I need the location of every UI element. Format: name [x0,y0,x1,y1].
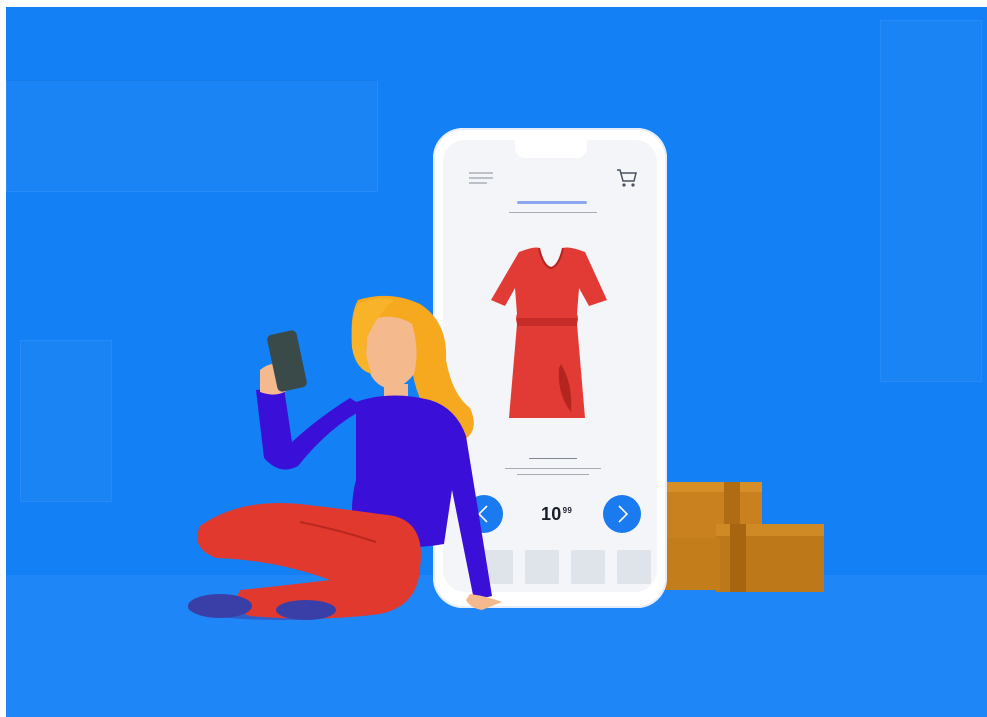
phone-notch [515,140,587,158]
product-subtitle-line [509,212,597,213]
product-price: 1099 [541,504,597,524]
chevron-right-icon [618,505,629,523]
cardboard-boxes [660,482,824,592]
raised-arm [256,388,366,470]
product-title-bar [517,201,587,204]
face [366,316,417,389]
price-main: 10 [541,504,562,524]
next-product-button[interactable] [603,495,641,533]
hamburger-menu-icon[interactable] [467,170,495,186]
illustration-canvas: 1099 [0,0,987,717]
price-cents: 99 [562,506,573,515]
background-panel-right [880,20,982,382]
shopping-cart-icon[interactable] [615,166,639,190]
background-panel-left [6,80,378,192]
product-thumbnail-2[interactable] [525,550,559,584]
product-thumbnail-3[interactable] [571,550,605,584]
product-thumbnail-4[interactable] [617,550,651,584]
background-panel-mid-left [20,340,112,502]
woman-figure [188,295,502,620]
product-name-line [529,458,577,459]
